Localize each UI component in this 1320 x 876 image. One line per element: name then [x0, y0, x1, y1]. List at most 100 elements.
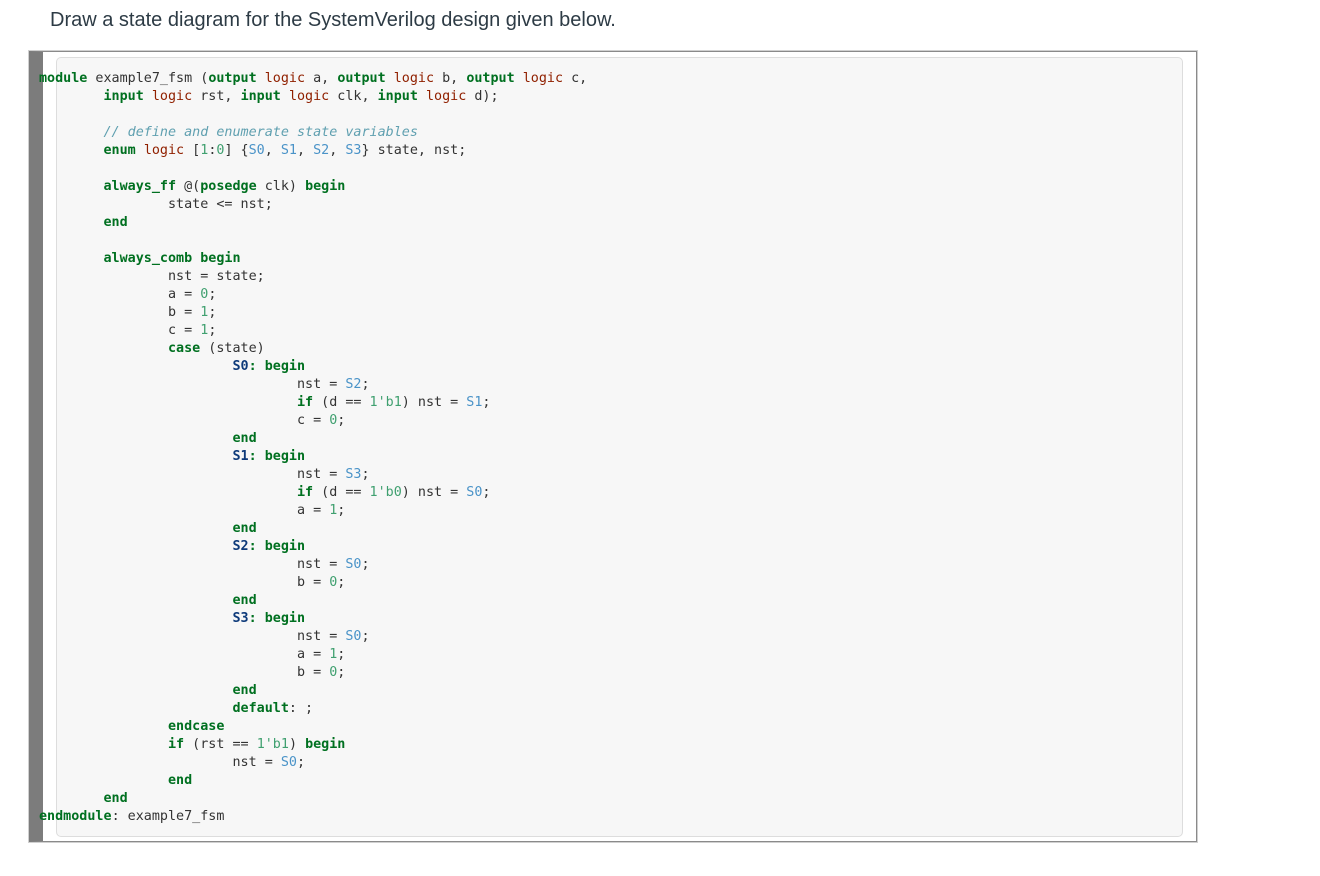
- code-token: state <= nst;: [39, 197, 273, 212]
- code-line: nst = state;: [39, 268, 587, 286]
- code-token: (state): [200, 341, 265, 356]
- code-token: ;: [208, 323, 217, 338]
- code-line: c = 1;: [39, 322, 587, 340]
- code-line: end: [39, 520, 587, 538]
- code-token: S3: [345, 143, 362, 158]
- code-token: ) nst =: [401, 485, 467, 500]
- code-token: module: [39, 71, 88, 86]
- code-token: ,: [264, 143, 281, 158]
- code-token: case: [168, 341, 201, 356]
- code-token: endcase: [168, 719, 225, 734]
- code-token: ;: [482, 395, 491, 410]
- code-token: c =: [39, 413, 330, 428]
- code-token: ;: [208, 287, 217, 302]
- code-token: ): [288, 737, 306, 752]
- code-token: logic: [426, 89, 467, 104]
- code-line: state <= nst;: [39, 196, 587, 214]
- code-token: input: [240, 89, 281, 104]
- code-token: output: [466, 71, 515, 86]
- code-token: ) nst =: [401, 395, 467, 410]
- code-line: end: [39, 430, 587, 448]
- code-token: output: [337, 71, 386, 86]
- code-line: a = 1;: [39, 502, 587, 520]
- code-line: if (d == 1'b1) nst = S1;: [39, 394, 587, 412]
- code-token: end: [103, 215, 128, 230]
- code-line: end: [39, 592, 587, 610]
- code-token: S3: [345, 467, 362, 482]
- code-token: always_comb: [103, 251, 193, 266]
- code-token: a =: [39, 287, 201, 302]
- code-token: always_ff: [103, 179, 177, 194]
- code-line: S2: begin: [39, 538, 587, 556]
- code-token: ;: [296, 755, 306, 770]
- code-token: // define and enumerate state variables: [103, 125, 418, 140]
- code-line: input logic rst, input logic clk, input …: [39, 88, 587, 106]
- code-token: nst =: [39, 557, 346, 572]
- code-line: enum logic [1:0] {S0, S1, S2, S3} state,…: [39, 142, 587, 160]
- code-token: ;: [361, 557, 370, 572]
- code-token: @(: [176, 179, 201, 194]
- code-line: b = 0;: [39, 574, 587, 592]
- code-line: default: ;: [39, 700, 587, 718]
- code-token: nst =: [39, 467, 346, 482]
- code-line: end: [39, 772, 587, 790]
- code-line: end: [39, 790, 587, 808]
- code-token: ,: [329, 143, 346, 158]
- code-token: S0: [345, 629, 362, 644]
- code-line: b = 0;: [39, 664, 587, 682]
- code-line: always_ff @(posedge clk) begin: [39, 178, 587, 196]
- code-token: : begin: [248, 539, 306, 554]
- code-token: : ;: [288, 701, 314, 716]
- code-token: default: [232, 701, 289, 716]
- code-token: 1'b1: [256, 737, 289, 752]
- code-token: begin: [305, 737, 346, 752]
- code-line: nst = S3;: [39, 466, 587, 484]
- code-token: 1'b1: [369, 395, 402, 410]
- code-token: output: [208, 71, 257, 86]
- code-token: S2: [232, 539, 249, 554]
- code-line: a = 0;: [39, 286, 587, 304]
- code-token: clk,: [329, 89, 378, 104]
- code-token: b =: [39, 305, 201, 320]
- code-token: ;: [361, 467, 370, 482]
- code-line: nst = S0;: [39, 628, 587, 646]
- code-token: b =: [39, 665, 330, 680]
- code-token: end: [232, 521, 257, 536]
- code-token: (d ==: [313, 395, 370, 410]
- code-token: S0: [280, 755, 297, 770]
- code-line: nst = S0;: [39, 754, 587, 772]
- code-token: nst = state;: [39, 269, 265, 284]
- code-token: end: [232, 593, 257, 608]
- code-line: // define and enumerate state variables: [39, 124, 587, 142]
- code-token: (rst ==: [184, 737, 257, 752]
- code-token: S2: [345, 377, 362, 392]
- code-token: ] {: [224, 143, 249, 158]
- code-line: c = 0;: [39, 412, 587, 430]
- code-token: nst =: [39, 755, 281, 770]
- code-token: ;: [208, 305, 217, 320]
- code-token: : begin: [248, 449, 306, 464]
- code-line: end: [39, 682, 587, 700]
- code-token: logic: [522, 71, 564, 86]
- code-token: input: [377, 89, 418, 104]
- code-token: logic: [151, 89, 193, 104]
- code-token: S0: [466, 485, 483, 500]
- code-token: if: [296, 485, 314, 500]
- code-token: b,: [434, 71, 467, 86]
